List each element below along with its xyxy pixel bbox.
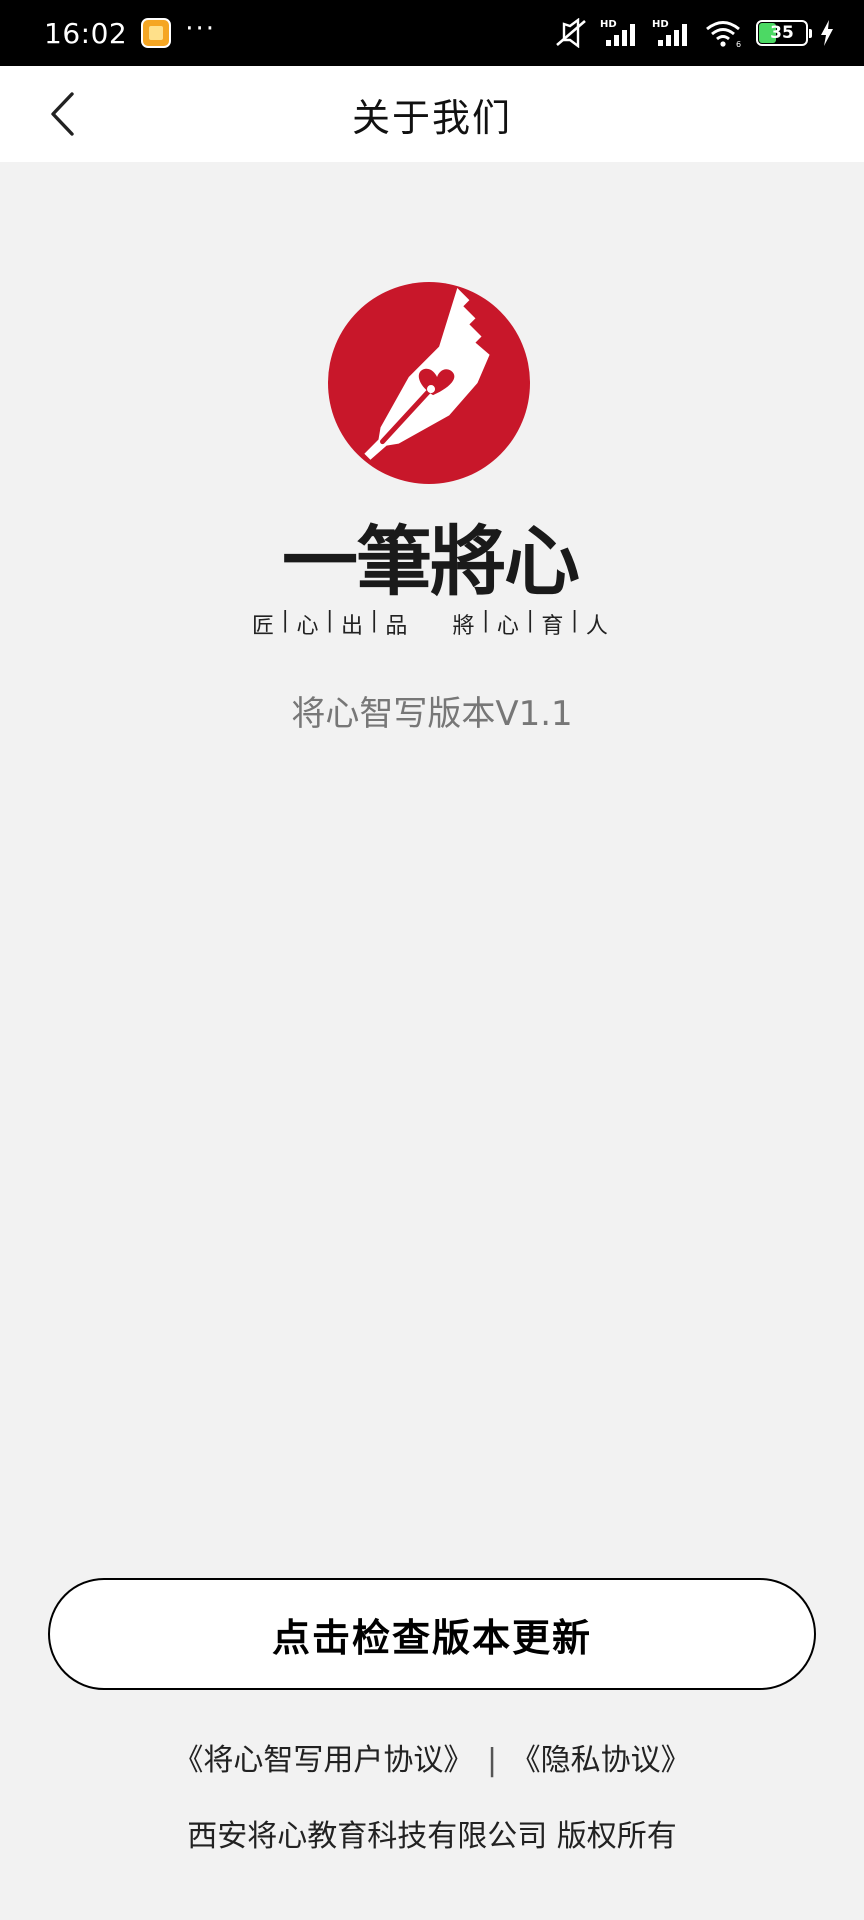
slogan-char: 出 bbox=[340, 614, 363, 639]
slogan-divider: | bbox=[481, 608, 490, 633]
signal-hd-icon: HD bbox=[600, 19, 635, 46]
svg-text:HD: HD bbox=[600, 19, 617, 30]
charging-icon bbox=[821, 20, 833, 46]
user-agreement-link[interactable]: 《将心智写用户协议》 bbox=[173, 1743, 473, 1778]
slogan-divider: | bbox=[570, 608, 579, 633]
slogan-char: 人 bbox=[585, 614, 608, 639]
agreements-links: 《将心智写用户协议》 | 《隐私协议》 bbox=[0, 1735, 864, 1779]
version-text: 将心智写版本V1.1 bbox=[291, 694, 573, 734]
svg-text:6: 6 bbox=[736, 40, 741, 48]
slogan-divider: | bbox=[326, 608, 334, 633]
slogan-char: 心 bbox=[296, 614, 319, 639]
slogan-char: 心 bbox=[496, 614, 519, 639]
status-left: 16:02 ··· bbox=[44, 14, 216, 50]
slogan-char: 育 bbox=[541, 614, 564, 639]
agreement-separator: | bbox=[486, 1743, 498, 1778]
slogan-divider: | bbox=[281, 608, 289, 633]
battery-level: 35 bbox=[770, 23, 794, 43]
status-right: HD HD 6 35 bbox=[554, 18, 834, 48]
slogan-divider: | bbox=[370, 608, 378, 633]
brand-calligraphy: 一筆將心 bbox=[282, 517, 580, 606]
slogan-char: 將 bbox=[452, 614, 475, 639]
copyright-text: 西安将心教育科技有限公司 版权所有 bbox=[187, 1819, 677, 1854]
slogan-char: 品 bbox=[385, 614, 408, 639]
brand-slogan: 匠 | 心 | 出 | 品 將 | 心 | 育 | 人 bbox=[252, 608, 608, 640]
privacy-policy-link[interactable]: 《隐私协议》 bbox=[511, 1743, 691, 1778]
wifi-icon: 6 bbox=[706, 21, 741, 48]
slogan-char: 匠 bbox=[252, 614, 275, 639]
app-notification-icon bbox=[141, 18, 172, 48]
battery-icon: 35 bbox=[756, 20, 812, 46]
status-bar: 16:02 ··· HD HD 6 35 bbox=[0, 0, 864, 66]
slogan-divider: | bbox=[526, 608, 534, 633]
svg-text:HD: HD bbox=[652, 19, 669, 30]
back-button[interactable] bbox=[38, 88, 88, 140]
check-update-button[interactable]: 点击检查版本更新 bbox=[48, 1578, 816, 1690]
status-time: 16:02 bbox=[44, 16, 128, 50]
pen-nib-logo-icon bbox=[328, 282, 530, 484]
nav-bar: 关于我们 bbox=[0, 66, 864, 162]
more-dots: ··· bbox=[185, 14, 216, 44]
slogan-gap bbox=[415, 608, 445, 640]
chevron-left-icon bbox=[51, 92, 74, 136]
mute-icon bbox=[556, 18, 586, 48]
page-title: 关于我们 bbox=[351, 95, 512, 140]
signal-hd-icon: HD bbox=[652, 19, 687, 46]
